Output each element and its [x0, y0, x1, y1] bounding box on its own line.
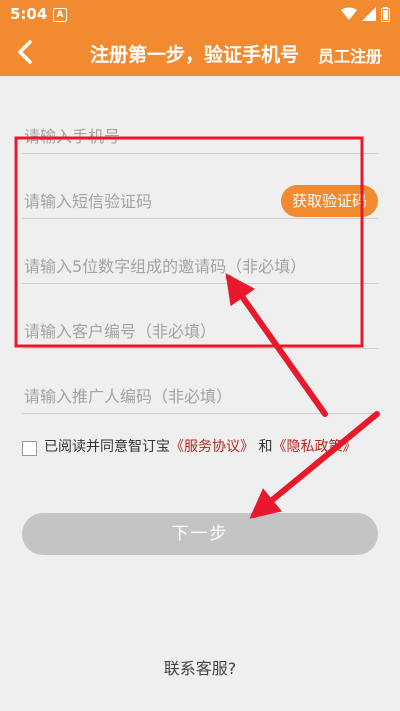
agreement-checkbox[interactable] [22, 441, 37, 456]
customer-id-field [22, 298, 382, 349]
agreement-and: 和 [258, 439, 273, 455]
status-time: 5:04 [10, 5, 48, 23]
sms-code-field: 获取验证码 [22, 168, 378, 219]
customer-id-input[interactable] [22, 321, 382, 342]
notification-icon: A [53, 8, 67, 22]
back-arrow-icon [18, 40, 32, 64]
referrer-code-field [22, 363, 382, 414]
contact-support-link[interactable]: 联系客服? [0, 655, 400, 679]
status-icons [341, 6, 390, 22]
signal-icon [362, 7, 376, 21]
invite-code-field [22, 233, 382, 284]
page-title: 注册第一步，验证手机号 [90, 44, 300, 66]
app-bar: 注册第一步，验证手机号 员工注册 [0, 28, 400, 76]
status-bar: 5:04 A [0, 0, 400, 28]
employee-register-link[interactable]: 员工注册 [318, 43, 382, 67]
annotation-arrow-down [249, 411, 380, 519]
referrer-code-input[interactable] [22, 386, 382, 407]
wifi-icon [341, 7, 357, 20]
privacy-policy-link[interactable]: 《隐私政策》 [272, 439, 356, 455]
battery-icon [381, 6, 390, 22]
back-button[interactable] [8, 34, 44, 70]
phone-field [22, 103, 378, 154]
phone-input[interactable] [22, 126, 276, 147]
invite-code-input[interactable] [22, 256, 382, 277]
agreement-text: 已阅读并同意智订宝《服务协议》 和《隐私政策》 [44, 436, 378, 459]
get-code-button[interactable]: 获取验证码 [280, 185, 378, 217]
service-agreement-link[interactable]: 《服务协议》 [170, 439, 254, 455]
sms-code-input[interactable] [22, 191, 276, 212]
next-step-button[interactable]: 下一步 [22, 513, 378, 555]
agreement-row: 已阅读并同意智订宝《服务协议》 和《隐私政策》 [22, 436, 378, 459]
agreement-prefix: 已阅读并同意智订宝 [44, 439, 170, 455]
